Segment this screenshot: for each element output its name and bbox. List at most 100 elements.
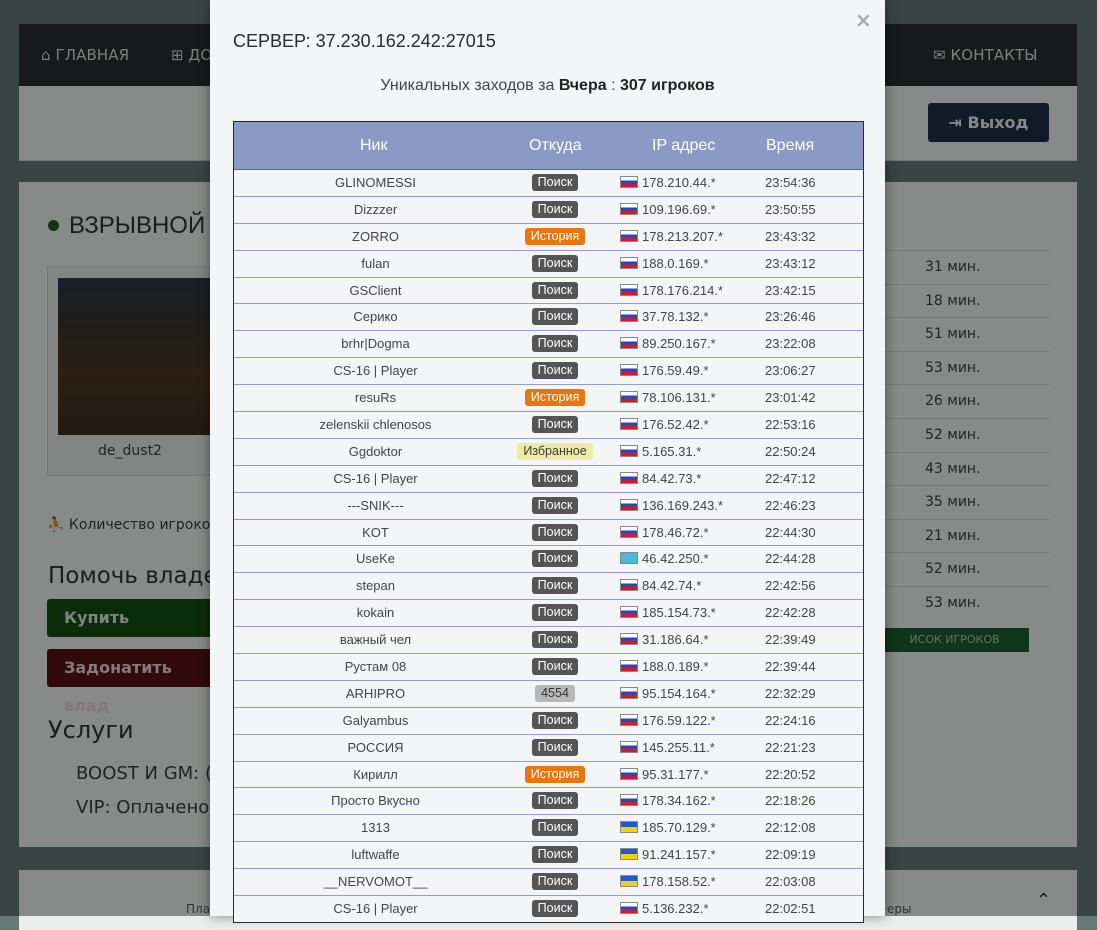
player-nick[interactable]: resuRs <box>234 385 517 410</box>
source-badge[interactable]: Поиск <box>532 282 579 299</box>
ip-address: 188.0.189.* <box>642 659 709 674</box>
visit-time: 23:54:36 <box>765 170 816 195</box>
player-nick[interactable]: Кирилл <box>234 762 517 787</box>
ip-address: 91.241.157.* <box>642 847 716 862</box>
table-row: zelenskii chlenososПоиск176.52.42.*22:53… <box>234 412 863 439</box>
source-cell: Поиск <box>517 255 593 272</box>
player-nick[interactable]: 1313 <box>234 815 517 840</box>
player-nick[interactable]: Серико <box>234 304 517 329</box>
source-badge[interactable]: Поиск <box>532 362 579 379</box>
ru-flag-icon <box>620 499 638 511</box>
ip-cell: 46.42.250.* <box>620 546 709 571</box>
source-badge[interactable]: История <box>525 766 585 783</box>
source-badge[interactable]: Поиск <box>532 712 579 729</box>
table-body: GLINOMESSI Поиск 178.210.44.* 23:54:36 Dizzz… <box>234 170 863 923</box>
table-row: resuRsИстория78.106.131.*23:01:42 <box>234 385 863 412</box>
player-nick[interactable]: Просто Вкусно <box>234 788 517 813</box>
source-cell: Поиск <box>517 362 593 379</box>
source-badge[interactable]: Поиск <box>532 497 579 514</box>
source-badge[interactable]: Поиск <box>532 631 579 648</box>
player-nick[interactable]: Dizzzer <box>234 197 517 222</box>
source-badge[interactable]: История <box>525 228 585 245</box>
source-badge[interactable]: Поиск <box>532 174 579 191</box>
source-badge[interactable]: Поиск <box>532 577 579 594</box>
table-header: Ник Откуда IP адрес Время <box>234 122 863 170</box>
ip-address: 95.31.177.* <box>642 767 709 782</box>
source-cell: Поиск <box>517 335 593 352</box>
close-icon[interactable]: × <box>855 8 872 32</box>
table-row: GSClientПоиск178.176.214.*23:42:15 <box>234 278 863 305</box>
source-badge[interactable]: Избранное <box>517 443 592 460</box>
ip-address: 46.42.250.* <box>642 551 709 566</box>
source-badge[interactable]: Поиск <box>532 873 579 890</box>
player-nick[interactable]: UseKe <box>234 546 517 571</box>
player-nick[interactable]: CS-16 | Player <box>234 466 517 491</box>
ip-cell: 188.0.169.* <box>620 251 709 276</box>
source-badge[interactable]: Поиск <box>532 524 579 541</box>
ru-flag-icon <box>620 418 638 430</box>
source-badge[interactable]: Поиск <box>532 470 579 487</box>
player-nick[interactable]: luftwaffe <box>234 842 517 867</box>
source-badge[interactable]: Поиск <box>532 792 579 809</box>
ru-flag-icon <box>620 472 638 484</box>
source-badge[interactable]: История <box>525 389 585 406</box>
source-badge[interactable]: Поиск <box>532 255 579 272</box>
ip-address: 136.169.243.* <box>642 498 723 513</box>
ip-cell: 178.210.44.* <box>620 170 716 195</box>
source-badge[interactable]: 4554 <box>535 685 575 702</box>
player-nick[interactable]: ---SNIK--- <box>234 493 517 518</box>
source-badge[interactable]: Поиск <box>532 900 579 917</box>
player-nick[interactable]: Ggdoktor <box>234 439 517 464</box>
player-nick[interactable]: CS-16 | Player <box>234 896 517 921</box>
source-cell: Поиск <box>517 604 593 621</box>
ip-cell: 178.46.72.* <box>620 520 709 545</box>
visit-time: 23:06:27 <box>765 358 816 383</box>
ip-cell: 84.42.73.* <box>620 466 701 491</box>
source-badge[interactable]: Поиск <box>532 604 579 621</box>
player-nick[interactable]: stepan <box>234 573 517 598</box>
kz-flag-icon <box>620 552 638 564</box>
ua-flag-icon <box>620 848 638 860</box>
ip-cell: 31.186.64.* <box>620 627 709 652</box>
source-badge[interactable]: Поиск <box>532 739 579 756</box>
player-nick[interactable]: CS-16 | Player <box>234 358 517 383</box>
source-cell: Поиск <box>517 470 593 487</box>
player-nick[interactable]: kokain <box>234 600 517 625</box>
player-nick[interactable]: GSClient <box>234 278 517 303</box>
source-badge[interactable]: Поиск <box>532 846 579 863</box>
source-badge[interactable]: Поиск <box>532 550 579 567</box>
source-cell: Поиск <box>517 658 593 675</box>
table-row: brhr|DogmaПоиск89.250.167.*23:22:08 <box>234 331 863 358</box>
visit-time: 23:43:12 <box>765 251 816 276</box>
visit-time: 22:24:16 <box>765 708 816 733</box>
ip-address: 84.42.74.* <box>642 578 701 593</box>
ru-flag-icon <box>620 391 638 403</box>
player-nick[interactable]: ARHIPRO <box>234 681 517 706</box>
table-row: UseKeПоиск46.42.250.*22:44:28 <box>234 546 863 573</box>
source-badge[interactable]: Поиск <box>532 416 579 433</box>
player-nick[interactable]: fulan <box>234 251 517 276</box>
source-badge[interactable]: Поиск <box>532 201 579 218</box>
source-badge[interactable]: Поиск <box>532 335 579 352</box>
visit-time: 22:12:08 <box>765 815 816 840</box>
player-nick[interactable]: Galyambus <box>234 708 517 733</box>
player-nick[interactable]: KOT <box>234 520 517 545</box>
player-nick[interactable]: ZORRO <box>234 224 517 249</box>
player-nick[interactable]: Рустам 08 <box>234 654 517 679</box>
source-badge[interactable]: Поиск <box>532 658 579 675</box>
player-nick[interactable]: zelenskii chlenosos <box>234 412 517 437</box>
ip-cell: 78.106.131.* <box>620 385 716 410</box>
player-nick[interactable]: РОССИЯ <box>234 735 517 760</box>
ip-cell: 188.0.189.* <box>620 654 709 679</box>
player-nick[interactable]: __NERVOMOT__ <box>234 869 517 894</box>
source-cell: Поиск <box>517 631 593 648</box>
player-nick[interactable]: brhr|Dogma <box>234 331 517 356</box>
table-row: stepanПоиск84.42.74.*22:42:56 <box>234 573 863 600</box>
player-nick[interactable]: GLINOMESSI <box>234 170 517 195</box>
player-nick[interactable]: важный чел <box>234 627 517 652</box>
visit-time: 22:39:44 <box>765 654 816 679</box>
source-badge[interactable]: Поиск <box>532 308 579 325</box>
ru-flag-icon <box>620 284 638 296</box>
server-address-title: СЕРВЕР: 37.230.162.242:27015 <box>233 31 496 52</box>
source-badge[interactable]: Поиск <box>532 819 579 836</box>
